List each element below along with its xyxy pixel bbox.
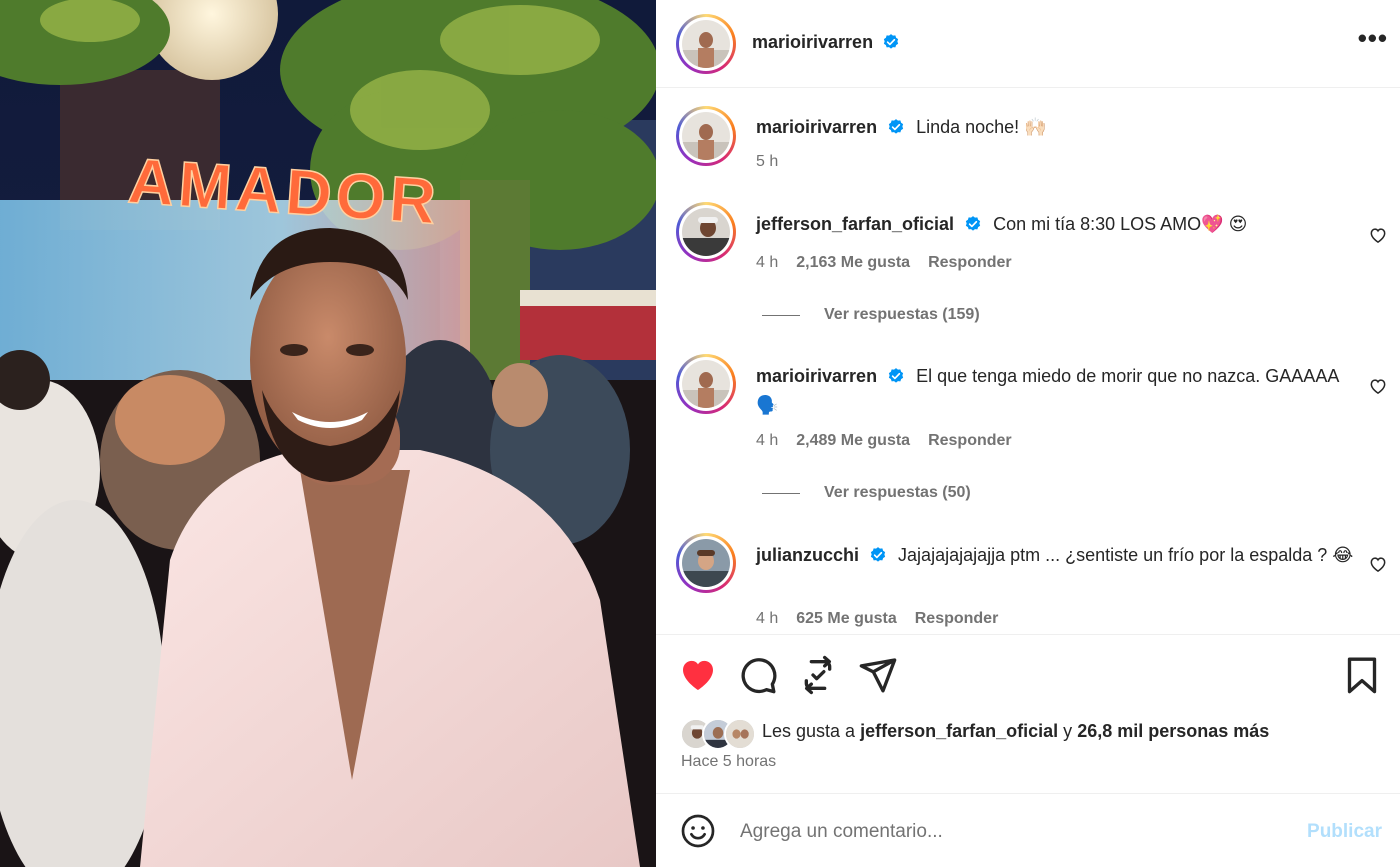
comment-text: Con mi tía 8:30 LOS AMO💖 😍: [993, 214, 1248, 234]
more-horizontal-icon[interactable]: •••: [1358, 25, 1388, 51]
likes-prefix: Les gusta a: [762, 721, 856, 741]
bookmark-icon[interactable]: [1342, 655, 1382, 695]
repost-icon[interactable]: [798, 655, 838, 695]
post-panel: marioirivarren ••• marioirivarren Linda …: [656, 0, 1400, 867]
comment-text-row: jefferson_farfan_oficial Con mi tía 8:30…: [756, 210, 1356, 239]
liker-avatar: [724, 718, 756, 750]
avatar-image: [682, 360, 730, 408]
likes-summary: Les gusta a jefferson_farfan_oficial y 2…: [762, 721, 1269, 742]
caption-username[interactable]: marioirivarren: [756, 117, 877, 137]
verified-badge-icon: [870, 547, 886, 562]
comment-meta: 4 h 2,163 Me gusta Responder: [756, 254, 1012, 272]
verified-badge-icon: [883, 34, 898, 49]
reply-button[interactable]: Responder: [928, 254, 1012, 272]
comment-username[interactable]: marioirivarren: [756, 366, 877, 386]
comment-username[interactable]: julianzucchi: [756, 545, 859, 565]
comment-like-heart-icon[interactable]: [1368, 376, 1388, 396]
post-image: AMADOR: [0, 0, 656, 867]
replies-divider: [762, 314, 800, 316]
likes-connector: y: [1063, 721, 1073, 741]
comment-likes[interactable]: 2,163 Me gusta: [796, 254, 910, 272]
publish-button[interactable]: Publicar: [1307, 821, 1382, 843]
post-time-ago[interactable]: Hace 5 horas: [681, 753, 776, 771]
comment-like-heart-icon[interactable]: [1368, 225, 1388, 245]
view-replies-button[interactable]: Ver respuestas (159): [762, 306, 980, 324]
comment-text-row: marioirivarren El que tenga miedo de mor…: [756, 362, 1356, 420]
caption-meta: 5 h: [756, 153, 778, 171]
comment-input[interactable]: [740, 817, 1260, 847]
comments-list[interactable]: marioirivarren Linda noche! 🙌🏻 5 h jeffe…: [656, 89, 1400, 634]
verified-badge-icon: [888, 119, 904, 134]
caption-text: Linda noche! 🙌🏻: [916, 117, 1047, 137]
reply-button[interactable]: Responder: [928, 432, 1012, 450]
avatar-image: [682, 112, 730, 160]
caption-text-row: marioirivarren Linda noche! 🙌🏻: [756, 113, 1356, 142]
comment-text-row: julianzucchi Jajajajajajajja ptm ... ¿se…: [756, 541, 1356, 570]
comment-like-heart-icon[interactable]: [1368, 554, 1388, 574]
smiley-icon[interactable]: [680, 813, 716, 849]
comment-meta: 4 h 625 Me gusta Responder: [756, 610, 998, 628]
author-avatar[interactable]: [676, 14, 736, 74]
avatar-image: [682, 208, 730, 256]
avatar-image: [682, 539, 730, 587]
replies-divider: [762, 492, 800, 494]
comment-avatar[interactable]: [676, 354, 736, 414]
add-comment-bar: Publicar: [656, 795, 1400, 867]
comment-time: 4 h: [756, 432, 779, 449]
verified-badge-icon: [965, 216, 981, 231]
liker-avatars[interactable]: [680, 717, 756, 751]
comment-likes[interactable]: 625 Me gusta: [796, 610, 896, 628]
post-actions: Les gusta a jefferson_farfan_oficial y 2…: [656, 634, 1400, 794]
comment-username[interactable]: jefferson_farfan_oficial: [756, 214, 954, 234]
comment-time: 4 h: [756, 610, 779, 627]
caption-time: 5 h: [756, 153, 779, 170]
comment-meta: 4 h 2,489 Me gusta Responder: [756, 432, 1012, 450]
verified-badge-icon: [888, 368, 904, 383]
comment-avatar[interactable]: [676, 202, 736, 262]
view-replies-button[interactable]: Ver respuestas (50): [762, 484, 971, 502]
comment-bubble-icon[interactable]: [738, 655, 778, 695]
view-replies-label: Ver respuestas (159): [824, 306, 980, 323]
header-username-row: marioirivarren: [752, 32, 900, 53]
caption-avatar[interactable]: [676, 106, 736, 166]
comment-text: Jajajajajajajja ptm ... ¿sentiste un frí…: [898, 545, 1354, 565]
view-replies-label: Ver respuestas (50): [824, 484, 971, 501]
comment-likes[interactable]: 2,489 Me gusta: [796, 432, 910, 450]
avatar-image: [682, 20, 730, 68]
post-photo[interactable]: AMADOR: [0, 0, 656, 867]
heart-filled-icon[interactable]: [678, 655, 718, 695]
comment-time: 4 h: [756, 254, 779, 271]
post-header: marioirivarren •••: [656, 0, 1400, 88]
likes-others[interactable]: 26,8 mil personas más: [1077, 721, 1269, 741]
reply-button[interactable]: Responder: [915, 610, 999, 628]
likes-user[interactable]: jefferson_farfan_oficial: [860, 721, 1058, 741]
comment-avatar[interactable]: [676, 533, 736, 593]
header-username[interactable]: marioirivarren: [752, 32, 873, 52]
send-icon[interactable]: [858, 655, 898, 695]
